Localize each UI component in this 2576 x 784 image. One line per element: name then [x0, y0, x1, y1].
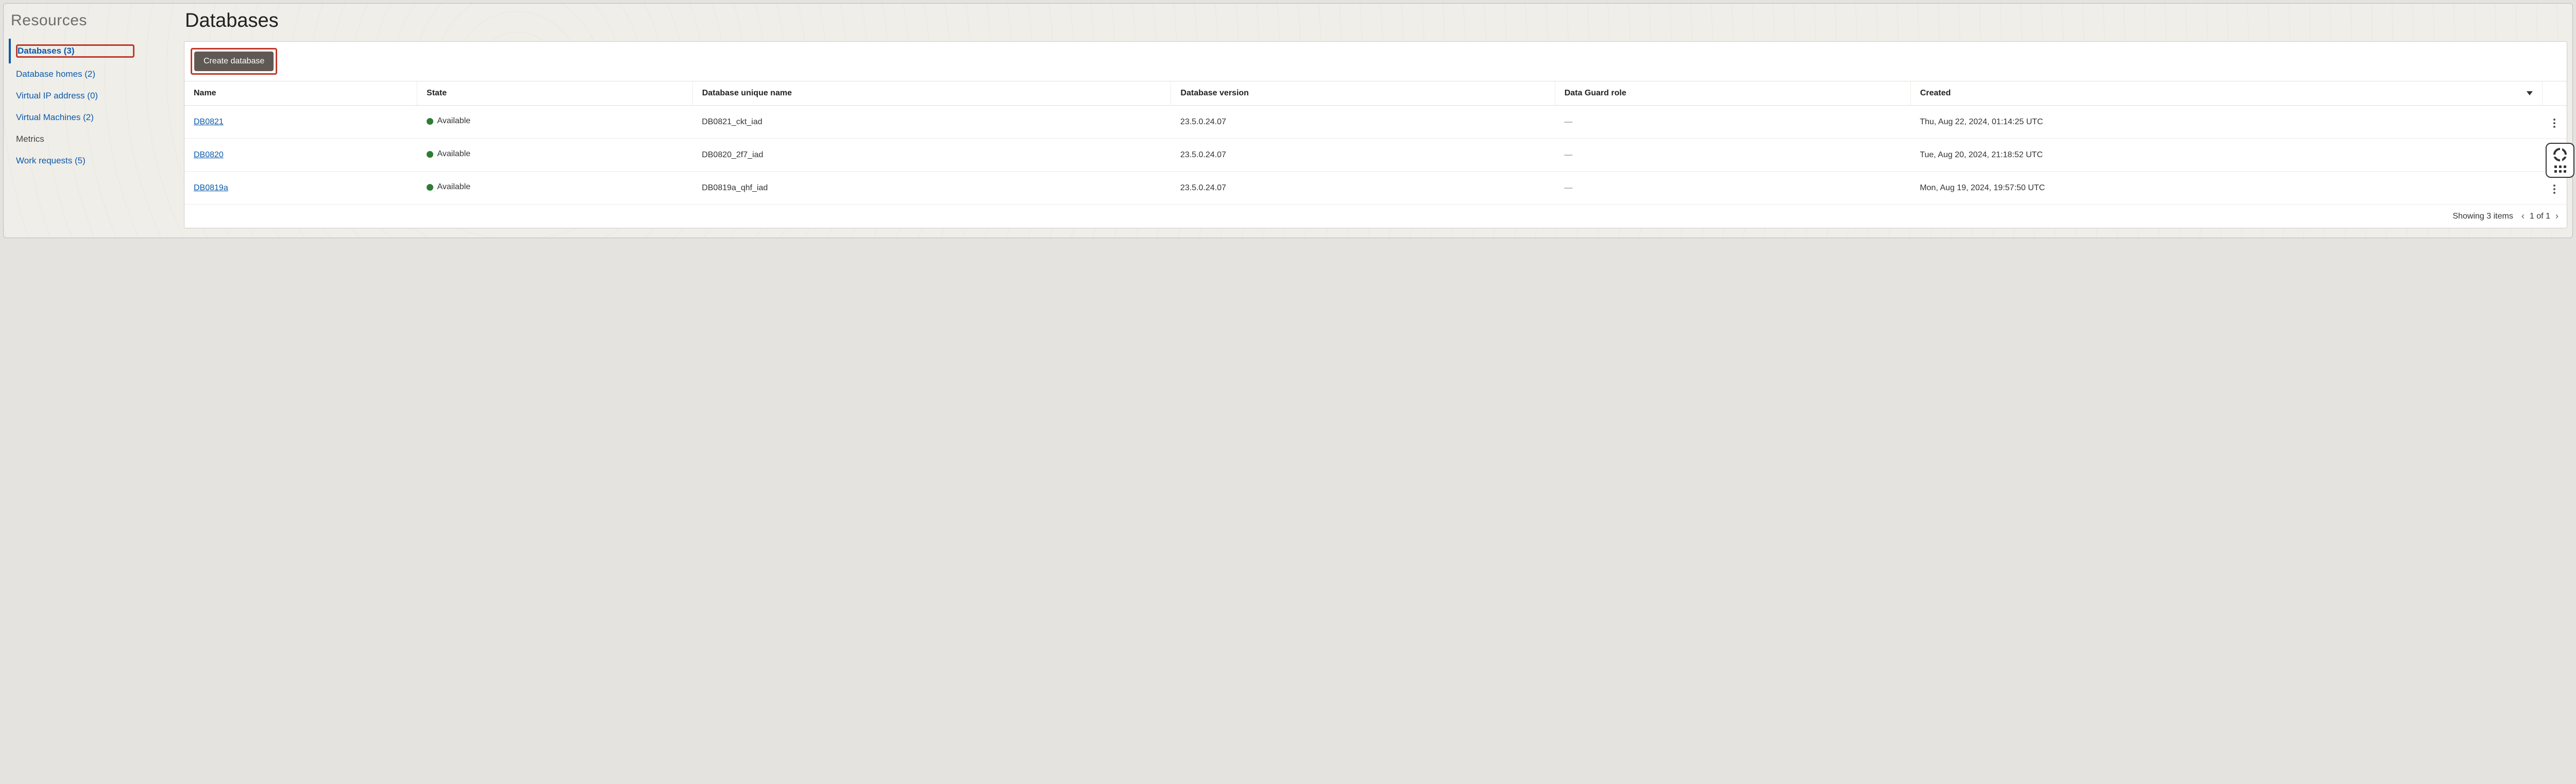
cell-unique-name: DB0820_2f7_iad	[692, 139, 1171, 172]
grid-icon	[2554, 165, 2566, 173]
cell-unique-name: DB0819a_qhf_iad	[692, 172, 1171, 205]
sidebar-item-label: Databases (3)	[18, 46, 75, 56]
showing-count: Showing 3 items	[2453, 212, 2513, 221]
cell-version: 23.5.0.24.07	[1171, 139, 1555, 172]
status-badge: Available	[427, 149, 471, 159]
cell-created: Mon, Aug 19, 2024, 19:57:50 UTC	[1910, 172, 2542, 205]
col-actions	[2542, 81, 2567, 106]
cell-version: 23.5.0.24.07	[1171, 106, 1555, 139]
sort-desc-icon	[2527, 91, 2533, 95]
col-version[interactable]: Database version	[1171, 81, 1555, 106]
status-text: Available	[437, 116, 471, 126]
sidebar: Resources Databases (3) Database homes (…	[9, 10, 174, 228]
cell-created: Thu, Aug 22, 2024, 01:14:25 UTC	[1910, 106, 2542, 139]
sidebar-item-label: Work requests (5)	[16, 156, 86, 165]
database-link[interactable]: DB0821	[194, 118, 224, 126]
cell-dg-role: —	[1555, 106, 1910, 139]
sidebar-nav: Databases (3) Database homes (2) Virtual…	[9, 39, 174, 172]
page-indicator: 1 of 1	[2530, 212, 2550, 221]
col-created[interactable]: Created	[1910, 81, 2542, 106]
main-content: Databases Create database Name State Dat…	[184, 10, 2567, 228]
sidebar-item-work-requests[interactable]: Work requests (5)	[9, 150, 174, 172]
row-actions-button[interactable]	[2551, 182, 2557, 196]
sidebar-item-db-homes[interactable]: Database homes (2)	[9, 63, 174, 85]
table-row: DB0819a Available DB0819a_qhf_iad23.5.0.24…	[184, 172, 2567, 205]
col-unique-name[interactable]: Database unique name	[692, 81, 1171, 106]
sidebar-title: Resources	[11, 12, 174, 29]
sidebar-item-vip[interactable]: Virtual IP address (0)	[9, 85, 174, 107]
sidebar-item-label: Metrics	[16, 134, 44, 144]
database-link[interactable]: DB0820	[194, 151, 224, 159]
table-footer: Showing 3 items ‹ 1 of 1 ›	[184, 205, 2567, 228]
databases-panel: Create database Name State Database uniq…	[184, 41, 2567, 228]
cell-version: 23.5.0.24.07	[1171, 172, 1555, 205]
table-row: DB0821 Available DB0821_ckt_iad23.5.0.24.0…	[184, 106, 2567, 139]
annotation-highlight: Databases (3)	[16, 44, 134, 58]
table-row: DB0820 Available DB0820_2f7_iad23.5.0.24.0…	[184, 139, 2567, 172]
cell-created: Tue, Aug 20, 2024, 21:18:52 UTC	[1910, 139, 2542, 172]
status-dot-icon	[427, 118, 433, 125]
sidebar-item-label: Virtual IP address (0)	[16, 91, 98, 101]
sidebar-item-label: Database homes (2)	[16, 69, 95, 79]
sidebar-item-label: Virtual Machines (2)	[16, 112, 94, 122]
panel-toolbar: Create database	[184, 42, 2567, 81]
col-name[interactable]: Name	[184, 81, 417, 106]
status-dot-icon	[427, 184, 433, 191]
col-state[interactable]: State	[417, 81, 693, 106]
col-created-label: Created	[1920, 89, 1951, 98]
row-actions-button[interactable]	[2551, 116, 2557, 130]
next-page-button[interactable]: ›	[2555, 211, 2558, 222]
status-text: Available	[437, 182, 471, 192]
cell-unique-name: DB0821_ckt_iad	[692, 106, 1171, 139]
sidebar-item-databases[interactable]: Databases (3)	[9, 39, 174, 63]
pager: ‹ 1 of 1 ›	[2521, 211, 2558, 222]
annotation-highlight: Create database	[191, 48, 277, 75]
database-link[interactable]: DB0819a	[194, 184, 228, 192]
prev-page-button[interactable]: ‹	[2521, 211, 2524, 222]
cell-dg-role: —	[1555, 139, 1910, 172]
create-database-button[interactable]: Create database	[194, 52, 274, 71]
status-badge: Available	[427, 116, 471, 126]
col-dg-role[interactable]: Data Guard role	[1555, 81, 1910, 106]
status-badge: Available	[427, 182, 471, 192]
support-icon	[2553, 148, 2567, 161]
page-title: Databases	[185, 10, 2567, 32]
cell-dg-role: —	[1555, 172, 1910, 205]
status-dot-icon	[427, 151, 433, 158]
help-widget[interactable]	[2546, 143, 2574, 178]
app-frame: Resources Databases (3) Database homes (…	[3, 3, 2573, 238]
databases-table: Name State Database unique name Database…	[184, 81, 2567, 205]
status-text: Available	[437, 149, 471, 159]
sidebar-item-vms[interactable]: Virtual Machines (2)	[9, 107, 174, 128]
sidebar-item-metrics[interactable]: Metrics	[9, 128, 174, 150]
